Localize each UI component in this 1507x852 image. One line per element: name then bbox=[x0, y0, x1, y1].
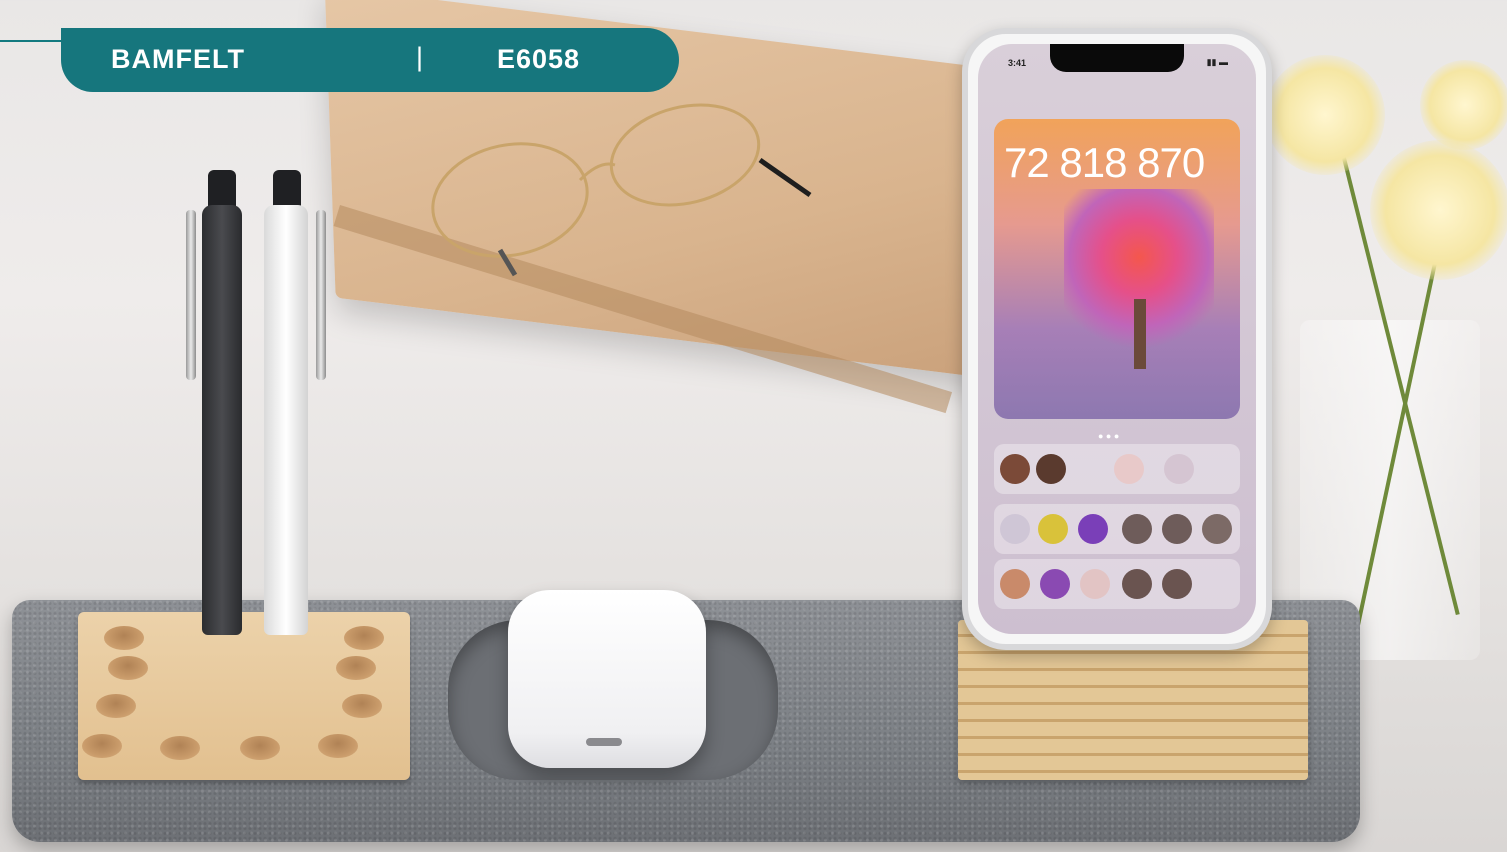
app-icon bbox=[1040, 569, 1070, 599]
app-icon bbox=[1000, 514, 1030, 544]
pen-button-black bbox=[208, 170, 236, 210]
usb-c-port bbox=[586, 738, 622, 746]
pen-hole bbox=[96, 694, 136, 718]
pen-hole bbox=[344, 626, 384, 650]
flower bbox=[1265, 55, 1385, 175]
pen-button-white bbox=[273, 170, 301, 210]
phone-notch bbox=[1050, 44, 1184, 72]
product-code: E6058 bbox=[497, 44, 581, 74]
app-icon bbox=[1036, 454, 1066, 484]
app-icon bbox=[1202, 514, 1232, 544]
pen-hole bbox=[318, 734, 358, 758]
product-banner: BAMFELT | E6058 bbox=[61, 28, 679, 92]
pen-clip bbox=[316, 210, 326, 380]
app-icon bbox=[1162, 569, 1192, 599]
signal-battery-icon: ▮▮ ▬ bbox=[1206, 57, 1228, 67]
eyeglasses bbox=[431, 103, 812, 277]
pen-hole bbox=[82, 734, 122, 758]
app-icon bbox=[1000, 569, 1030, 599]
product-name: BAMFELT bbox=[111, 44, 245, 74]
app-icon bbox=[1114, 454, 1144, 484]
pen-hole bbox=[108, 656, 148, 680]
page-indicator-icon: ● ● ● bbox=[1098, 431, 1120, 441]
white-pen bbox=[264, 205, 308, 635]
pen-hole bbox=[160, 736, 200, 760]
product-photo: 3:41 ▮▮ ▬ 72 818 870 ● ● ● BAMFELT | E60… bbox=[0, 0, 1507, 852]
app-row bbox=[994, 559, 1240, 609]
widget-time: 72 818 870 bbox=[1004, 139, 1205, 186]
app-icon bbox=[1164, 454, 1194, 484]
app-icon bbox=[1122, 569, 1152, 599]
clock-widget: 72 818 870 bbox=[994, 119, 1240, 419]
black-pen bbox=[202, 205, 242, 635]
app-icon bbox=[1122, 514, 1152, 544]
phone-screen: 3:41 ▮▮ ▬ 72 818 870 ● ● ● bbox=[978, 44, 1256, 634]
status-time: 3:41 bbox=[1008, 58, 1027, 68]
pen-clip bbox=[186, 210, 196, 380]
banner-separator: | bbox=[416, 42, 425, 72]
app-row bbox=[994, 504, 1240, 554]
smartphone: 3:41 ▮▮ ▬ 72 818 870 ● ● ● bbox=[962, 28, 1272, 650]
app-icon bbox=[1080, 569, 1110, 599]
app-icon bbox=[1038, 514, 1068, 544]
flower bbox=[1420, 60, 1507, 150]
app-icon bbox=[1078, 514, 1108, 544]
pen-hole bbox=[240, 736, 280, 760]
app-icon bbox=[1000, 454, 1030, 484]
pen-hole bbox=[342, 694, 382, 718]
app-icon bbox=[1162, 514, 1192, 544]
pen-hole bbox=[336, 656, 376, 680]
pen-hole bbox=[104, 626, 144, 650]
bamboo-pen-holder bbox=[78, 612, 410, 780]
app-row bbox=[994, 444, 1240, 494]
flower bbox=[1370, 140, 1507, 280]
tree-trunk bbox=[1134, 299, 1146, 369]
